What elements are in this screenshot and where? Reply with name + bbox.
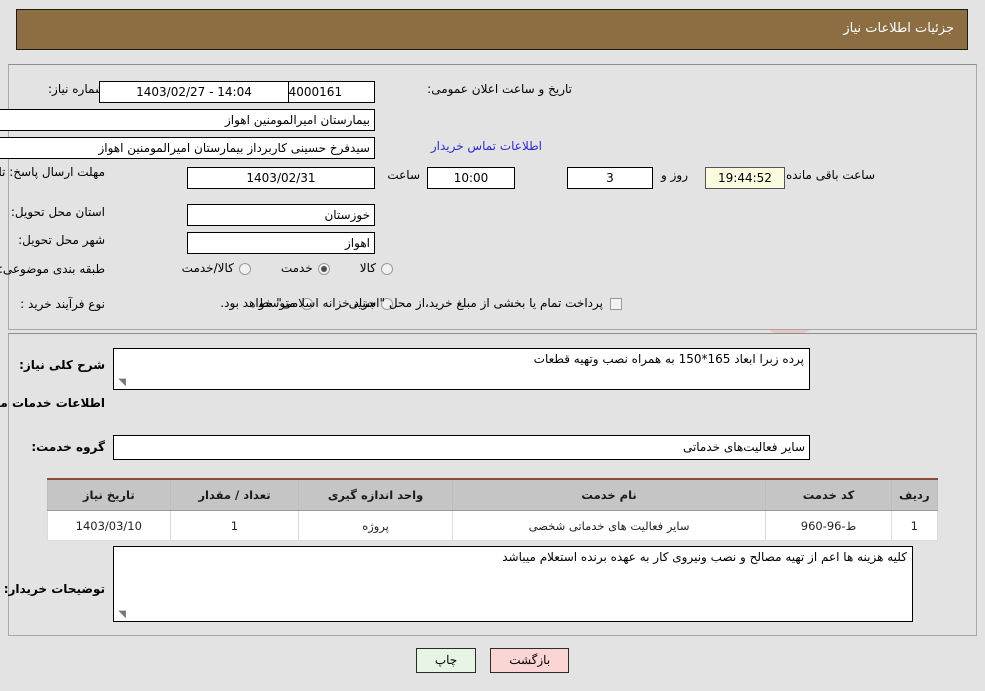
cell-need-date: 1403/03/10 (47, 510, 171, 541)
services-section-title: اطلاعات خدمات مورد نیاز (0, 396, 105, 410)
deadline-days-value: 3 (567, 167, 653, 189)
process-type-label: نوع فرآیند خرید : (20, 297, 105, 311)
treasury-note-label: پرداخت تمام یا بخشی از مبلغ خرید،از محل … (220, 296, 603, 310)
category-option-label: کالا (359, 261, 376, 275)
col-unit: واحد اندازه گیری (298, 478, 453, 511)
deadline-countdown-value: 19:44:52 (705, 167, 785, 189)
announce-datetime-label: تاریخ و ساعت اعلان عمومی: (427, 82, 572, 96)
col-row: ردیف (890, 478, 939, 511)
deadline-hour-label: ساعت (387, 168, 420, 182)
buyer-notes-value: کلیه هزینه ها اعم از تهیه مصالح و نصب ون… (502, 550, 907, 564)
col-service-name: نام خدمت (451, 478, 767, 511)
col-need-date: تاریخ نیاز (47, 478, 171, 511)
buyer-contact-link[interactable]: اطلاعات تماس خریدار (431, 139, 542, 153)
buyer-org-value: بیمارستان امیرالمومنین اهواز (0, 109, 375, 131)
deadline-days-label: روز و (661, 168, 688, 182)
category-option-label: خدمت (280, 261, 313, 275)
category-label: طبقه بندی موضوعی: (0, 262, 105, 276)
cell-service-name: سایر فعالیت های خدماتی شخصی (451, 510, 767, 541)
province-label: استان محل تحویل: (10, 205, 105, 219)
need-description-value: پرده زبرا ابعاد 165*150 به همراه نصب وته… (533, 352, 804, 366)
deadline-countdown-label: ساعت باقی مانده (785, 168, 875, 182)
resize-grip-icon[interactable]: ◥ (116, 610, 126, 620)
category-option-khedmat[interactable]: خدمت (281, 261, 330, 276)
service-group-value: سایر فعالیت‌های خدماتی (113, 435, 810, 460)
need-number-label: شماره نیاز: (48, 82, 105, 96)
need-description-label: شرح کلی نیاز: (19, 358, 105, 372)
category-radio-group: کالا خدمت کالا/خدمت (182, 261, 393, 276)
category-option-kala-khedmat[interactable]: کالا/خدمت (182, 261, 251, 276)
need-info-panel (8, 64, 977, 330)
service-items-table: ردیف کد خدمت نام خدمت واحد اندازه گیری ت… (47, 478, 939, 541)
treasury-checkbox[interactable] (610, 297, 622, 310)
cell-unit: پروژه (298, 510, 453, 541)
service-group-label: گروه خدمت: (31, 440, 105, 454)
city-value: اهواز (187, 232, 375, 254)
province-value: خوزستان (187, 204, 375, 226)
col-service-code: کد خدمت (765, 478, 892, 511)
radio-icon[interactable] (238, 262, 251, 275)
col-quantity: تعداد / مقدار (169, 478, 300, 511)
deadline-date-value: 1403/02/31 (187, 167, 375, 189)
deadline-hour-value: 10:00 (427, 167, 515, 189)
table-header-row: ردیف کد خدمت نام خدمت واحد اندازه گیری ت… (47, 478, 939, 511)
action-button-bar: بازگشت چاپ (0, 648, 985, 673)
cell-quantity: 1 (169, 510, 300, 541)
cell-service-code: ط-96-960 (765, 510, 892, 541)
resize-grip-icon[interactable]: ◥ (116, 378, 126, 388)
table-row: 1 ط-96-960 سایر فعالیت های خدماتی شخصی پ… (47, 510, 939, 541)
back-button[interactable]: بازگشت (490, 648, 570, 673)
print-button[interactable]: چاپ (415, 648, 477, 673)
deadline-label: مهلت ارسال پاسخ: تا تاریخ: (0, 165, 105, 179)
radio-icon[interactable] (317, 262, 330, 275)
need-description-textarea[interactable]: پرده زبرا ابعاد 165*150 به همراه نصب وته… (113, 348, 810, 390)
cell-row: 1 (890, 510, 939, 541)
category-option-kala[interactable]: کالا (360, 261, 393, 276)
category-option-label: کالا/خدمت (181, 261, 234, 275)
city-label: شهر محل تحویل: (18, 233, 105, 247)
buyer-notes-label: توضیحات خریدار: (3, 582, 105, 596)
buyer-notes-textarea[interactable]: کلیه هزینه ها اعم از تهیه مصالح و نصب ون… (113, 546, 913, 622)
page-header-bar: جزئیات اطلاعات نیاز (16, 9, 968, 50)
requester-value: سیدفرخ حسینی کاربرداز بیمارستان امیرالمو… (0, 137, 375, 159)
radio-icon[interactable] (381, 262, 393, 275)
announce-datetime-value: 14:04 - 1403/02/27 (99, 81, 289, 103)
page-title: جزئیات اطلاعات نیاز (843, 21, 954, 36)
